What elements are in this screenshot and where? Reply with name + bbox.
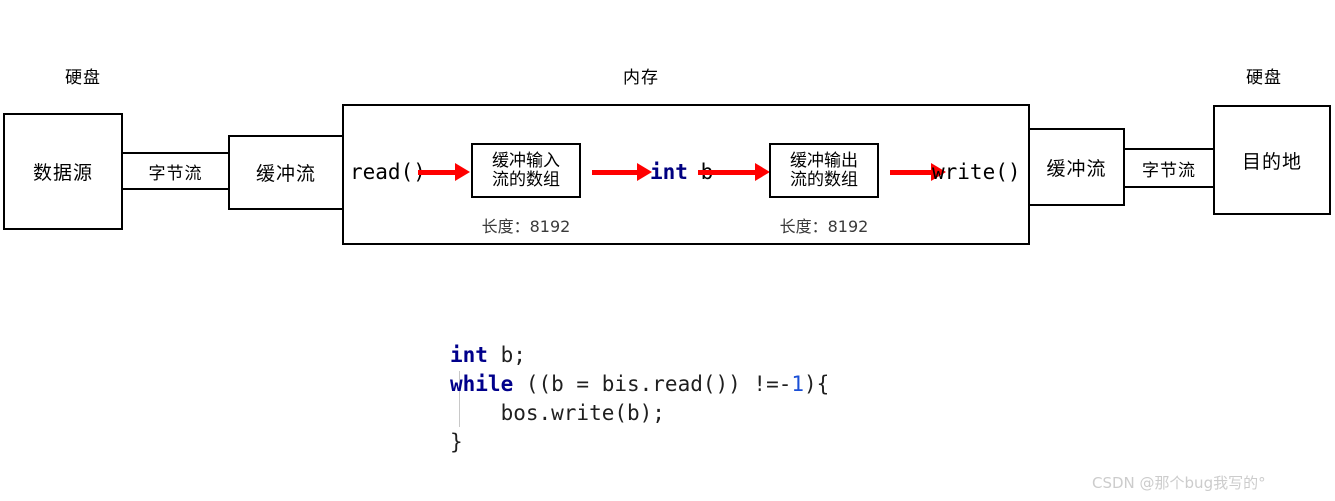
output-buffer-array-line2: 流的数组 xyxy=(790,169,858,190)
code-line-4: } xyxy=(450,430,463,454)
code-keyword-while: while xyxy=(450,372,514,396)
destination-box-label: 目的地 xyxy=(1241,150,1302,173)
output-buffer-array-line1: 缓冲输出 xyxy=(790,151,858,172)
code-line-1: int b; xyxy=(450,343,526,367)
read-call-label: read() xyxy=(350,160,426,184)
code-number-one: 1 xyxy=(791,372,805,396)
code-keyword-int: int xyxy=(450,343,488,367)
code-line-3: bos.write(b); xyxy=(450,401,665,425)
destination-box: 目的地 xyxy=(1213,105,1331,215)
byte-stream-band-right: 字节流 xyxy=(1123,148,1215,188)
arrow-variable-to-output-array xyxy=(698,161,770,183)
input-buffer-array-length: 长度：8192 xyxy=(481,217,571,236)
input-buffer-array-line2: 流的数组 xyxy=(492,169,560,190)
input-buffer-array-box: 缓冲输入 流的数组 xyxy=(471,143,581,198)
source-box-label: 数据源 xyxy=(32,162,93,184)
label-memory: 内存 xyxy=(623,68,659,88)
code-line-1-rest: b; xyxy=(487,343,526,367)
buffer-stream-box-left: 缓冲流 xyxy=(228,135,344,210)
byte-stream-band-right-label: 字节流 xyxy=(1142,160,1196,181)
code-block: int b; while ((b = bis.read()) !=-1){ bo… xyxy=(450,341,829,457)
arrow-read-to-input-array xyxy=(418,161,470,183)
source-box: 数据源 xyxy=(3,113,123,230)
code-line-2: while ((b = bis.read()) !=-1){ xyxy=(450,372,829,396)
diagram-canvas: 硬盘 内存 硬盘 数据源 字节流 缓冲流 read() 缓冲输入 流的数组 长度… xyxy=(0,0,1335,501)
output-buffer-array-length: 长度：8192 xyxy=(779,217,869,236)
variable-keyword: int xyxy=(650,160,688,184)
write-call-label: write() xyxy=(932,160,1021,184)
output-buffer-array-box: 缓冲输出 流的数组 xyxy=(769,143,879,198)
buffer-stream-box-left-label: 缓冲流 xyxy=(255,163,316,185)
label-disk-left: 硬盘 xyxy=(65,68,101,88)
byte-stream-band-left: 字节流 xyxy=(121,152,230,190)
code-line-2-mid: ((b = bis.read()) !=- xyxy=(513,372,792,396)
buffer-stream-box-right: 缓冲流 xyxy=(1028,128,1125,206)
label-disk-right: 硬盘 xyxy=(1246,68,1282,88)
byte-stream-band-left-label: 字节流 xyxy=(148,163,203,184)
arrow-input-array-to-variable xyxy=(592,161,652,183)
code-line-2-tail: ){ xyxy=(804,372,830,396)
input-buffer-array-line1: 缓冲输入 xyxy=(492,151,560,172)
csdn-watermark: CSDN @那个bug我写的° xyxy=(1092,474,1266,492)
buffer-stream-box-right-label: 缓冲流 xyxy=(1046,157,1107,180)
